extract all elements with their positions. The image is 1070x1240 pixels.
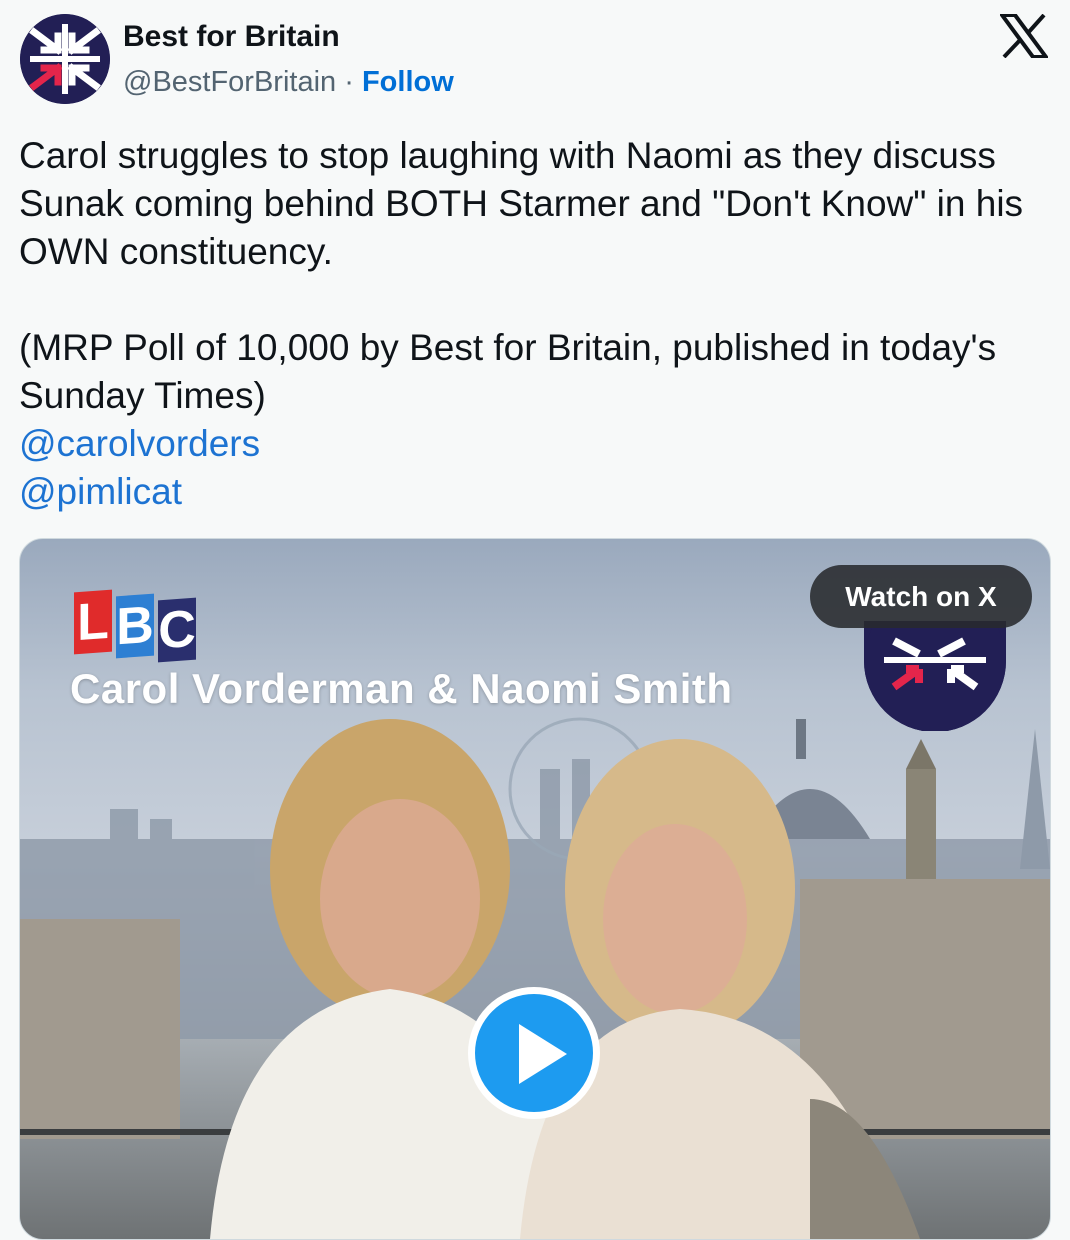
video-overlay-title: Carol Vorderman & Naomi Smith bbox=[70, 665, 733, 712]
mention-link[interactable]: @carolvorders bbox=[19, 420, 1039, 468]
tweet-paragraph: Carol struggles to stop laughing with Na… bbox=[19, 135, 1024, 272]
tweet-text: Carol struggles to stop laughing with Na… bbox=[19, 132, 1039, 516]
lbc-letter: L bbox=[74, 589, 112, 655]
play-icon bbox=[519, 1024, 567, 1084]
follow-button[interactable]: Follow bbox=[362, 66, 454, 98]
handle-row: @BestForBritain · Follow bbox=[123, 64, 454, 100]
lbc-letter: B bbox=[116, 593, 154, 659]
best-for-britain-watermark-icon bbox=[864, 621, 1006, 731]
play-button[interactable] bbox=[468, 987, 600, 1119]
x-logo-icon[interactable] bbox=[1000, 14, 1048, 58]
mention-link[interactable]: @pimlicat bbox=[19, 468, 1039, 516]
separator: · bbox=[336, 66, 362, 98]
lbc-letter: C bbox=[158, 597, 196, 663]
lbc-logo: L B C bbox=[74, 589, 196, 663]
best-for-britain-logo-icon bbox=[20, 14, 110, 104]
video-card[interactable]: L B C Carol Vorderman & Naomi Smith Watc… bbox=[19, 538, 1051, 1240]
account-name[interactable]: Best for Britain bbox=[123, 19, 340, 55]
tweet-paragraph: (MRP Poll of 10,000 by Best for Britain,… bbox=[19, 327, 997, 416]
account-handle[interactable]: @BestForBritain bbox=[123, 66, 336, 98]
avatar[interactable] bbox=[20, 14, 110, 104]
watch-on-x-button[interactable]: Watch on X bbox=[810, 565, 1032, 628]
